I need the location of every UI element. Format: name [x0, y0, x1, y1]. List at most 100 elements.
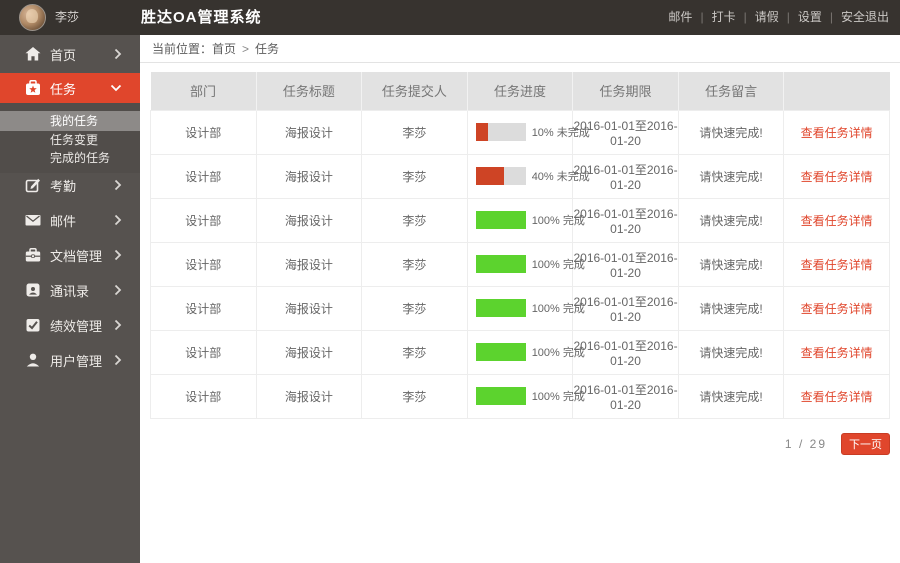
cell-actions: 查看任务详情	[783, 329, 890, 375]
chevron-right-icon	[114, 214, 122, 226]
breadcrumb-current[interactable]: 任务	[255, 42, 279, 56]
cell-progress: 100% 完成	[466, 373, 585, 419]
progress-bar-fill	[475, 255, 526, 273]
view-task-details-link[interactable]: 查看任务详情	[801, 214, 873, 228]
menu-separator: |	[743, 10, 747, 24]
submenu-item-my-tasks[interactable]: 我的任务	[0, 111, 140, 131]
topbar-menu-mail[interactable]: 邮件	[668, 10, 692, 24]
submenu-item-task-changes[interactable]: 任务变更	[0, 131, 140, 149]
top-bar: 李莎 胜达OA管理系统 邮件 | 打卡 | 请假 | 设置 | 安全退出	[0, 0, 900, 35]
topbar-menu: 邮件 | 打卡 | 请假 | 设置 | 安全退出	[668, 0, 889, 35]
breadcrumb: 当前位置：首页 > 任务	[140, 35, 900, 63]
cell-deadline: 2016-01-01至2016-01-20	[572, 153, 679, 199]
progress-bar-fill	[475, 211, 526, 229]
documents-icon	[24, 246, 42, 264]
sidebar-item-tasks[interactable]: 任务	[0, 73, 140, 103]
cell-message: 请快速完成!	[677, 109, 785, 155]
cell-message: 请快速完成!	[677, 153, 785, 199]
user-avatar[interactable]	[19, 4, 46, 31]
topbar-menu-logout[interactable]: 安全退出	[841, 10, 889, 24]
sidebar-item-label: 首页	[50, 47, 77, 63]
header-dept: 部门	[150, 72, 257, 110]
breadcrumb-home-link[interactable]: 首页	[212, 42, 236, 56]
header-progress: 任务进度	[467, 72, 574, 110]
sidebar-item-performance[interactable]: 绩效管理	[0, 315, 140, 335]
cell-submitter: 李莎	[361, 153, 468, 199]
cell-title: 海报设计	[255, 197, 363, 243]
sidebar-item-mail[interactable]: 邮件	[0, 210, 140, 230]
cell-title: 海报设计	[255, 373, 363, 419]
cell-dept: 设计部	[150, 329, 257, 375]
cell-deadline: 2016-01-01至2016-01-20	[572, 109, 679, 155]
view-task-details-link[interactable]: 查看任务详情	[801, 170, 873, 184]
progress-bar	[475, 255, 526, 273]
cell-progress: 10% 未完成	[466, 109, 590, 155]
sidebar-item-home[interactable]: 首页	[0, 35, 140, 73]
header-submitter: 任务提交人	[361, 72, 468, 110]
table-row: 设计部海报设计李莎10% 未完成2016-01-01至2016-01-20请快速…	[150, 109, 890, 155]
table-body: 设计部海报设计李莎10% 未完成2016-01-01至2016-01-20请快速…	[150, 109, 890, 419]
progress-bar-fill	[475, 387, 526, 405]
view-task-details-link[interactable]: 查看任务详情	[801, 258, 873, 272]
cell-progress: 40% 未完成	[466, 153, 590, 199]
cell-submitter: 李莎	[361, 285, 468, 331]
table-row: 设计部海报设计李莎100% 完成2016-01-01至2016-01-20请快速…	[150, 329, 890, 375]
view-task-details-link[interactable]: 查看任务详情	[801, 126, 873, 140]
cell-deadline: 2016-01-01至2016-01-20	[572, 241, 679, 287]
table-row: 设计部海报设计李莎100% 完成2016-01-01至2016-01-20请快速…	[150, 373, 890, 419]
cell-dept: 设计部	[150, 285, 257, 331]
cell-message: 请快速完成!	[677, 285, 785, 331]
topbar-menu-punch[interactable]: 打卡	[712, 10, 736, 24]
topbar-menu-leave[interactable]: 请假	[755, 10, 779, 24]
menu-separator: |	[786, 10, 790, 24]
sidebar-item-label: 任务	[50, 81, 77, 97]
cell-progress: 100% 完成	[466, 197, 585, 243]
sidebar-item-label: 文档管理	[50, 248, 103, 264]
cell-progress: 100% 完成	[466, 329, 585, 375]
main-content: 当前位置：首页 > 任务 部门 任务标题 任务提交人 任务进度 任务期限 任务留言 …	[140, 35, 900, 563]
app-title: 胜达OA管理系统	[141, 9, 262, 26]
view-task-details-link[interactable]: 查看任务详情	[801, 346, 873, 360]
next-page-button[interactable]: 下一页	[841, 432, 890, 455]
sidebar-item-label: 通讯录	[50, 283, 90, 299]
sidebar-item-attendance[interactable]: 考勤	[0, 175, 140, 195]
progress-bar	[475, 123, 526, 141]
table-row: 设计部海报设计李莎100% 完成2016-01-01至2016-01-20请快速…	[150, 197, 890, 243]
chevron-down-icon	[110, 84, 122, 92]
cell-message: 请快速完成!	[677, 373, 785, 419]
table-row: 设计部海报设计李莎100% 完成2016-01-01至2016-01-20请快速…	[150, 285, 890, 331]
view-task-details-link[interactable]: 查看任务详情	[801, 390, 873, 404]
cell-dept: 设计部	[150, 153, 257, 199]
cell-actions: 查看任务详情	[783, 241, 890, 287]
cell-title: 海报设计	[255, 329, 363, 375]
menu-separator: |	[700, 10, 704, 24]
chevron-right-icon	[114, 48, 122, 60]
sidebar-item-users[interactable]: 用户管理	[0, 350, 140, 370]
sidebar-item-documents[interactable]: 文档管理	[0, 245, 140, 265]
chevron-right-icon	[114, 179, 122, 191]
view-task-details-link[interactable]: 查看任务详情	[801, 302, 873, 316]
progress-bar-fill	[475, 123, 488, 141]
cell-title: 海报设计	[255, 241, 363, 287]
sidebar-item-contacts[interactable]: 通讯录	[0, 280, 140, 300]
cell-actions: 查看任务详情	[783, 197, 890, 243]
chevron-right-icon	[114, 284, 122, 296]
submenu-item-completed-tasks[interactable]: 完成的任务	[0, 149, 140, 167]
header-title: 任务标题	[256, 72, 363, 110]
topbar-menu-settings[interactable]: 设置	[798, 10, 822, 24]
table-header-row: 部门 任务标题 任务提交人 任务进度 任务期限 任务留言	[150, 72, 890, 110]
cell-dept: 设计部	[150, 241, 257, 287]
cell-progress: 100% 完成	[466, 285, 585, 331]
progress-bar-fill	[475, 299, 526, 317]
cell-message: 请快速完成!	[677, 197, 785, 243]
cell-deadline: 2016-01-01至2016-01-20	[572, 197, 679, 243]
table-row: 设计部海报设计李莎100% 完成2016-01-01至2016-01-20请快速…	[150, 241, 890, 287]
cell-title: 海报设计	[255, 109, 363, 155]
cell-submitter: 李莎	[361, 197, 468, 243]
menu-separator: |	[829, 10, 833, 24]
home-icon	[24, 45, 42, 63]
header-actions	[783, 72, 890, 110]
progress-bar	[475, 387, 526, 405]
cell-actions: 查看任务详情	[783, 373, 890, 419]
progress-bar	[475, 167, 526, 185]
